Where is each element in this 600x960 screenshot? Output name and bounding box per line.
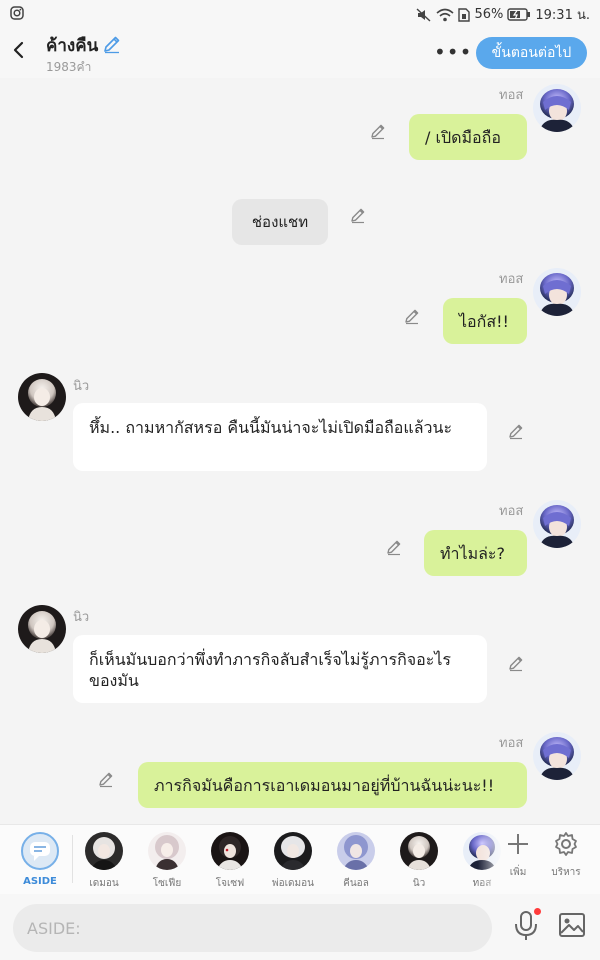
input-bar: ASIDE: (0, 894, 600, 960)
sender-name: นิว (73, 379, 90, 394)
chat-bubble-icon (21, 832, 59, 870)
avatar[interactable] (18, 373, 66, 421)
character-new[interactable]: นิว (389, 832, 449, 891)
pencil-icon[interactable] (369, 122, 387, 140)
manage-button[interactable]: บริหาร (541, 831, 591, 880)
message-bubble[interactable]: / เปิดมือถือ (409, 114, 527, 160)
character-sophia[interactable]: โซเฟีย (137, 832, 197, 891)
clock: 19:31 น. (535, 8, 590, 23)
sim-icon (458, 7, 471, 22)
character-aside[interactable]: ASIDE (10, 832, 70, 887)
pencil-icon[interactable] (403, 307, 421, 325)
wifi-icon (436, 8, 454, 22)
message-input[interactable]: ASIDE: (13, 904, 492, 952)
message-bubble[interactable]: ภารกิจมันคือการเอาเดมอนมาอยู่ที่บ้านฉันน… (138, 762, 527, 808)
avatar (148, 832, 186, 870)
message-bubble[interactable]: หึ้ม.. ถามหากัสหรอ คืนนี้มันน่าจะไม่เปิด… (73, 403, 487, 471)
image-icon[interactable] (558, 912, 586, 938)
avatar[interactable] (533, 732, 581, 780)
divider (72, 835, 73, 883)
system-message[interactable]: ช่องแชท (232, 199, 328, 245)
avatar (211, 832, 249, 870)
back-icon[interactable] (10, 38, 30, 62)
instagram-icon (10, 5, 24, 24)
word-count: 1983คำ (46, 60, 92, 74)
mute-icon (416, 7, 432, 22)
message-bubble[interactable]: ก็เห็นมันบอกว่าพึ่งทำภารกิจลับสำเร็จไม่ร… (73, 635, 487, 703)
pencil-icon[interactable] (507, 654, 525, 672)
sender-name: ทอส (499, 88, 524, 103)
sender-name: ทอส (499, 504, 524, 519)
message-bubble[interactable]: ทำไมล่ะ? (424, 530, 527, 576)
avatar[interactable] (533, 268, 581, 316)
chat-area: ทอส / เปิดมือถือ ช่องแชท ทอส ไอกัส!! นิว… (0, 78, 600, 824)
message-bubble[interactable]: ไอกัส!! (443, 298, 527, 344)
avatar[interactable] (533, 84, 581, 132)
sender-name: ทอส (499, 272, 524, 287)
title-pencil-icon[interactable] (102, 34, 122, 58)
notification-dot (534, 908, 541, 915)
pencil-icon[interactable] (507, 422, 525, 440)
avatar (400, 832, 438, 870)
page-title: ค้างคืน (46, 36, 99, 56)
character-bar: ASIDE เดมอน โซเฟีย โจเซฟ พ่อเดมอน คีนอล … (0, 824, 600, 895)
gear-icon (555, 832, 577, 856)
character-joseph[interactable]: โจเซฟ (200, 832, 260, 891)
avatar (85, 832, 123, 870)
battery-icon (507, 8, 531, 21)
pencil-icon[interactable] (385, 538, 403, 556)
avatar (274, 832, 312, 870)
next-step-button[interactable]: ขั้นตอนต่อไป (476, 37, 587, 69)
add-character-button[interactable]: เพิ่ม (493, 831, 543, 880)
status-bar: 56% 19:31 น. (0, 0, 600, 28)
avatar[interactable] (533, 500, 581, 548)
character-demon-father[interactable]: พ่อเดมอน (263, 832, 323, 891)
avatar (337, 832, 375, 870)
avatar[interactable] (18, 605, 66, 653)
pencil-icon[interactable] (97, 770, 115, 788)
header: ค้างคืน 1983คำ ••• ขั้นตอนต่อไป (0, 28, 600, 78)
plus-icon (508, 834, 528, 854)
character-demon[interactable]: เดมอน (74, 832, 134, 891)
sender-name: ทอส (499, 736, 524, 751)
sender-name: นิว (73, 610, 90, 625)
battery-percent: 56% (474, 7, 504, 22)
more-icon[interactable]: ••• (434, 40, 472, 64)
pencil-icon[interactable] (349, 206, 367, 224)
character-kinol[interactable]: คีนอล (326, 832, 386, 891)
